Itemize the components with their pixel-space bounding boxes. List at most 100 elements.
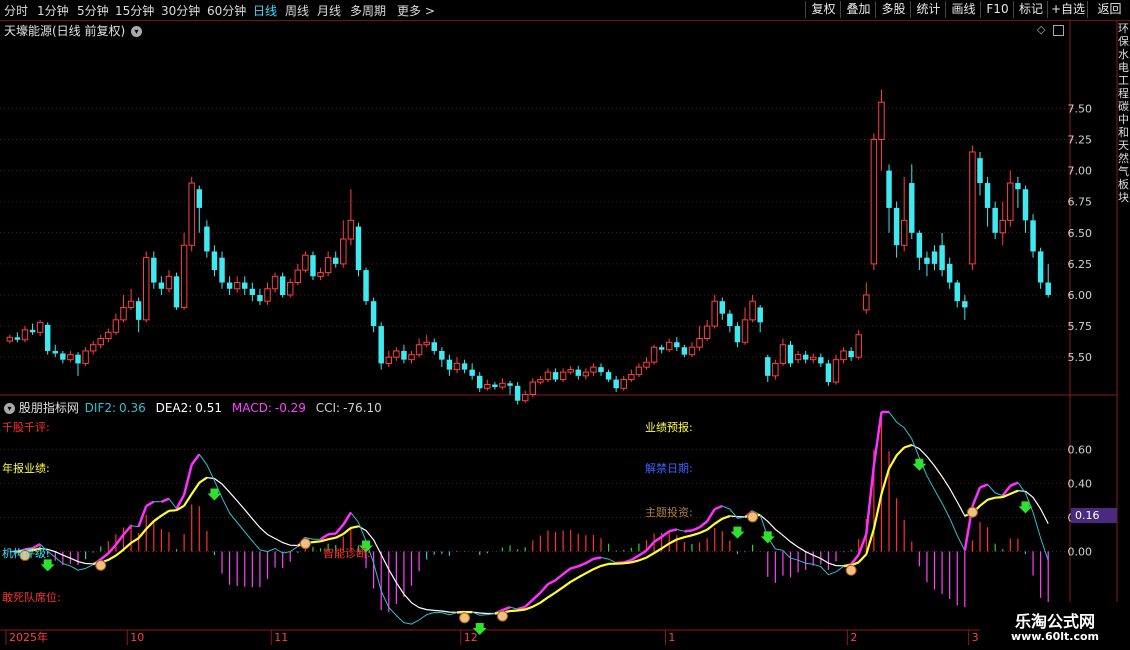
watermark-url: www.60lt.com bbox=[1010, 630, 1100, 643]
candle-body bbox=[188, 182, 195, 246]
candle-body bbox=[242, 282, 248, 289]
candle-body bbox=[75, 354, 81, 364]
candle-body bbox=[916, 232, 923, 258]
candle-body bbox=[499, 382, 506, 388]
y-tick-label: 5.75 bbox=[1068, 320, 1093, 333]
candle-body bbox=[324, 257, 332, 274]
candle-body bbox=[674, 342, 680, 348]
candle-body bbox=[105, 331, 112, 340]
candle-body bbox=[151, 257, 157, 283]
candle-body bbox=[36, 321, 44, 333]
chart-title: 天壕能源(日线 前复权) ▾ bbox=[4, 22, 143, 39]
x-tick-label: 3 bbox=[972, 631, 979, 644]
candle-body bbox=[211, 251, 218, 271]
candle-body bbox=[112, 319, 120, 333]
candle-body bbox=[180, 244, 188, 308]
candle-body bbox=[385, 356, 393, 364]
candle-body bbox=[878, 101, 885, 141]
candle-body bbox=[825, 363, 832, 383]
candle-body bbox=[431, 342, 437, 351]
label-qianguqianping: 千股千评: bbox=[2, 421, 50, 434]
buy-hand-icon bbox=[299, 538, 311, 550]
candle-body bbox=[900, 219, 908, 246]
candle-body bbox=[52, 350, 58, 354]
x-tick-label: 10 bbox=[130, 631, 144, 644]
sell-arrow-icon bbox=[40, 559, 55, 572]
diamond-icon[interactable]: ◇ bbox=[1037, 23, 1045, 36]
candle-body bbox=[628, 374, 635, 381]
x-tick-label: 2 bbox=[850, 631, 857, 644]
candle-body bbox=[196, 189, 203, 208]
candle-body bbox=[909, 183, 915, 233]
macd-value: -0.29 bbox=[274, 401, 306, 415]
side-panel-text: 环保水电工程碳中和天然气板块 bbox=[1118, 22, 1129, 204]
watermark-title: 乐淘公式网 bbox=[1014, 612, 1095, 631]
indicator-name[interactable]: 股朋指标网 bbox=[19, 401, 79, 415]
candle-body bbox=[840, 350, 847, 361]
window-restore-icon[interactable] bbox=[1053, 25, 1064, 36]
buy-hand-icon bbox=[845, 564, 857, 576]
candle-body bbox=[332, 257, 339, 264]
watermark: 乐淘公式网 www.60lt.com bbox=[980, 602, 1130, 650]
candle-body bbox=[529, 381, 537, 395]
candle-body bbox=[158, 282, 165, 289]
candle-body bbox=[370, 301, 377, 327]
candle-body bbox=[340, 238, 347, 265]
candle-body bbox=[507, 383, 513, 386]
candle-body bbox=[461, 363, 468, 370]
candle-body bbox=[832, 359, 840, 383]
y-tick-label: 0.40 bbox=[1068, 477, 1093, 490]
candle-body bbox=[635, 366, 643, 376]
candle-body bbox=[848, 350, 854, 358]
label-gansiduixiwei: 敢死队席位: bbox=[2, 591, 61, 604]
candle-body bbox=[415, 344, 423, 356]
label-zhutitouzi: 主题投资: bbox=[645, 506, 693, 519]
macd-label: MACD: bbox=[231, 401, 272, 415]
buy-hand-icon bbox=[459, 612, 471, 624]
chevron-down-icon[interactable]: ▾ bbox=[131, 26, 143, 37]
candle-body bbox=[741, 319, 749, 343]
candle-body bbox=[82, 350, 89, 364]
candle-body bbox=[711, 300, 718, 327]
candle-body bbox=[688, 346, 696, 356]
candle-body bbox=[1015, 183, 1021, 190]
candle-body bbox=[757, 307, 763, 323]
candle-body bbox=[643, 361, 650, 368]
candle-body bbox=[567, 369, 574, 373]
candle-body bbox=[605, 372, 612, 380]
y-tick-label: 6.75 bbox=[1068, 196, 1093, 209]
candle-body bbox=[29, 329, 36, 333]
candle-body bbox=[355, 226, 362, 271]
candle-body bbox=[294, 269, 302, 284]
candle-body bbox=[477, 375, 483, 389]
label-nianbaoyeji: 年报业绩: bbox=[2, 462, 50, 475]
buy-hand-icon bbox=[747, 511, 759, 523]
candle-body bbox=[984, 183, 991, 208]
candle-body bbox=[484, 384, 491, 389]
candle-body bbox=[439, 350, 445, 360]
candle-body bbox=[492, 384, 498, 388]
candle-body bbox=[469, 369, 475, 376]
dea-label: DEA2: bbox=[155, 401, 193, 415]
sell-arrow-icon bbox=[207, 488, 222, 501]
candle-body bbox=[363, 270, 369, 302]
x-tick-label: 1 bbox=[668, 631, 675, 644]
candle-body bbox=[347, 219, 355, 240]
candle-body bbox=[863, 294, 870, 311]
chevron-down-icon[interactable]: ▾ bbox=[4, 403, 15, 414]
candle-body bbox=[317, 272, 324, 277]
candle-body bbox=[127, 300, 135, 308]
candle-body bbox=[779, 344, 787, 364]
candle-body bbox=[60, 353, 66, 360]
x-tick-label: 11 bbox=[274, 631, 288, 644]
candle-body bbox=[992, 207, 998, 233]
candle-body bbox=[1037, 251, 1044, 283]
candle-body bbox=[703, 325, 711, 340]
dif-line bbox=[9, 411, 1049, 625]
stock-chart[interactable]: 7.50 7.25 7.00 6.75 6.50 6.25 6.00 5.75 5.50 0.60… bbox=[0, 0, 1130, 650]
candle-body bbox=[802, 354, 809, 360]
label-jigoupingji: 机构评级: bbox=[2, 547, 50, 560]
candle-body bbox=[772, 362, 779, 377]
y-tick-label: 7.25 bbox=[1068, 134, 1093, 147]
candle-body bbox=[1045, 282, 1051, 295]
